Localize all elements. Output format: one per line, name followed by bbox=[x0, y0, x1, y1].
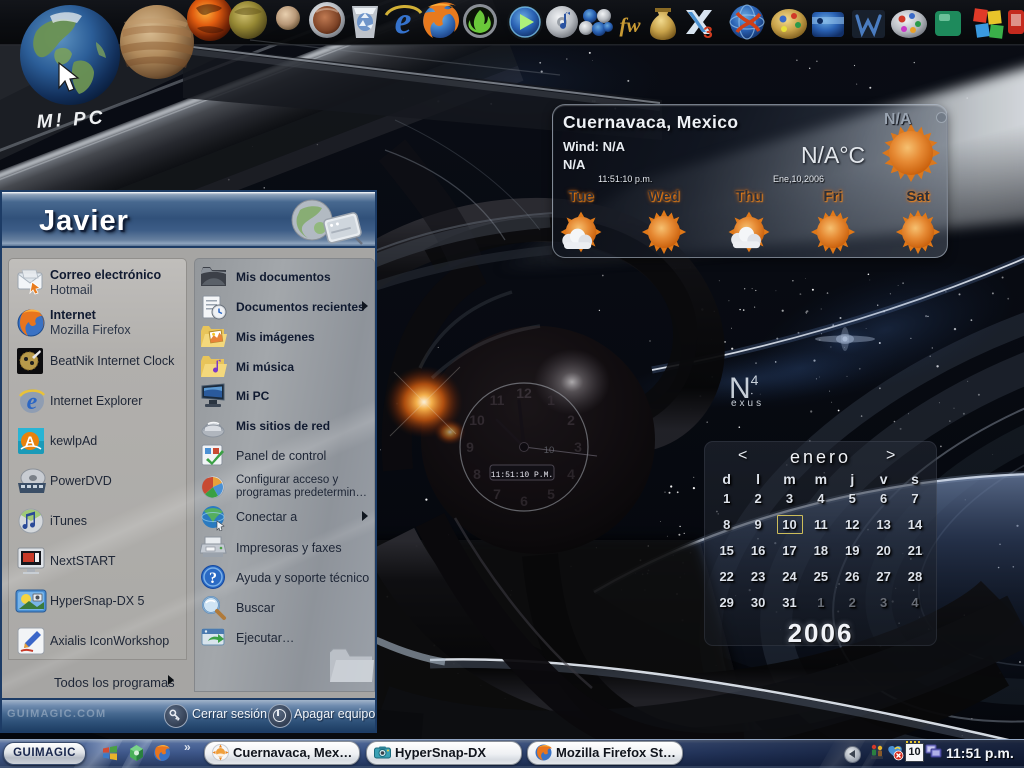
svg-text:11:51:10 P.M.: 11:51:10 P.M. bbox=[491, 471, 553, 480]
svg-text:12: 12 bbox=[516, 385, 532, 401]
svg-text:8: 8 bbox=[473, 466, 481, 482]
svg-text:fw: fw bbox=[620, 13, 642, 37]
svg-text:1: 1 bbox=[547, 392, 555, 408]
svg-text:10: 10 bbox=[469, 412, 485, 428]
svg-text:2: 2 bbox=[567, 412, 575, 428]
svg-text:M! PC: M! PC bbox=[36, 107, 106, 133]
svg-text:3: 3 bbox=[574, 439, 582, 455]
svg-text:6: 6 bbox=[520, 493, 528, 509]
svg-text:9: 9 bbox=[466, 439, 474, 455]
svg-text:11: 11 bbox=[490, 392, 505, 408]
svg-text:7: 7 bbox=[493, 486, 501, 502]
svg-text:e: e bbox=[27, 389, 38, 415]
svg-text:3: 3 bbox=[703, 23, 712, 42]
svg-text:4: 4 bbox=[567, 466, 575, 482]
svg-text:?: ? bbox=[209, 570, 217, 587]
svg-text:5: 5 bbox=[547, 486, 555, 502]
